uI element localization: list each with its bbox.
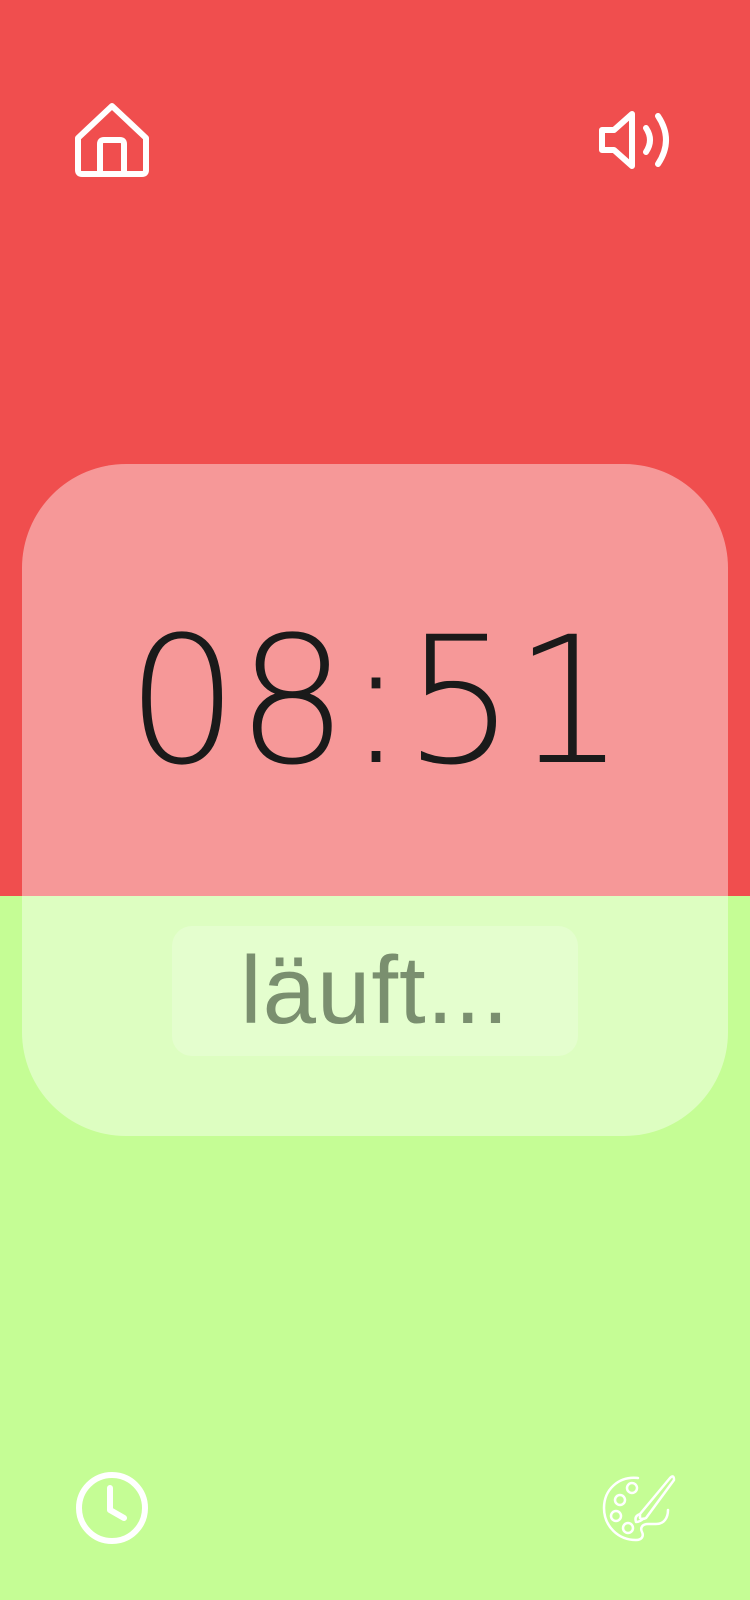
clock-button[interactable]	[72, 1468, 152, 1548]
status-text: läuft...	[240, 937, 510, 1044]
timer-card: 08:51 läuft...	[22, 464, 728, 1136]
sound-button[interactable]	[598, 100, 678, 180]
clock-icon	[76, 1472, 148, 1544]
palette-button[interactable]	[598, 1468, 678, 1548]
timer-time: 08:51	[126, 599, 625, 804]
status-pill[interactable]: läuft...	[172, 926, 578, 1056]
speaker-volume-icon	[599, 111, 669, 169]
palette-icon	[602, 1475, 676, 1542]
home-icon	[75, 103, 149, 177]
home-button[interactable]	[72, 100, 152, 180]
